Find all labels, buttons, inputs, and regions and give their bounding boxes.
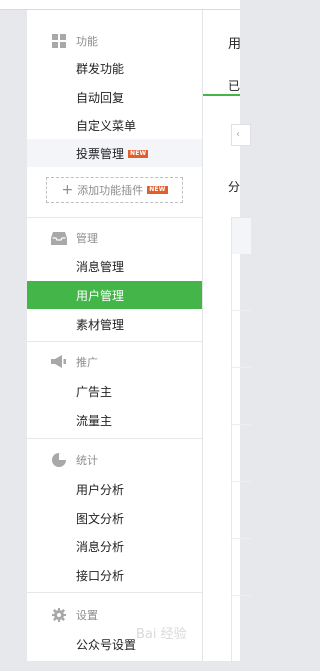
sidebar-item-vote-management[interactable]: 投票管理 NEW [27,139,202,167]
sidebar-item-auto-reply[interactable]: 自动回复 [27,83,202,111]
table-row-divider [231,310,251,311]
table-border [231,217,232,671]
top-bar [0,0,240,10]
sidebar-item-label: 用户分析 [76,482,125,497]
search-input[interactable]: ‹ [231,124,251,146]
sidebar-item-label: 素材管理 [76,317,125,332]
group-filter-label: 分 [228,180,241,194]
sidebar-item-label: 消息分析 [76,539,125,554]
sidebar-item-label: 广告主 [76,384,113,399]
sidebar-item-label-with-badge: 投票管理 NEW [76,145,149,162]
sidebar-item-user-analysis[interactable]: 用户分析 [27,475,202,503]
sidebar-item-message-management[interactable]: 消息管理 [27,252,202,280]
add-plugin-button[interactable]: + 添加功能插件 NEW [46,177,183,203]
sidebar-item-label: 接口分析 [76,568,125,583]
table-header [231,217,251,254]
megaphone-icon [51,354,67,370]
group-header-label: 功能 [76,35,98,48]
group-header-label: 推广 [76,356,98,369]
sidebar-item-label: 图文分析 [76,511,125,526]
sidebar-item-mass-send[interactable]: 群发功能 [27,54,202,82]
tab-active[interactable]: 已 [228,77,240,94]
table-row-divider [231,595,251,596]
sidebar-item-api-analysis[interactable]: 接口分析 [27,561,202,589]
search-input-text: ‹ [236,129,240,140]
plus-icon: + [61,182,74,198]
group-header-label: 管理 [76,232,98,245]
sidebar-item-label: 公众号设置 [76,637,137,652]
page-title: 用 [228,37,242,52]
sidebar-item-article-analysis[interactable]: 图文分析 [27,504,202,532]
table-row-divider [231,481,251,482]
group-header-settings: 设置 [27,604,202,626]
group-header-statistics: 统计 [27,449,202,471]
sidebar-item-advertiser[interactable]: 广告主 [27,377,202,405]
table-row-divider [231,367,251,368]
sidebar-item-material-management[interactable]: 素材管理 [27,310,202,338]
group-divider [27,217,202,218]
grid-icon [51,33,67,49]
group-header-management: 管理 [27,227,202,249]
sidebar-nav: 功能 群发功能 自动回复 自定义菜单 投票管理 NEW + 添加功能插件 NEW … [27,10,203,661]
group-divider [27,438,202,439]
table-row-divider [231,538,251,539]
sidebar-item-label: 消息管理 [76,259,125,274]
sidebar-item-user-management[interactable]: 用户管理 [27,281,202,309]
tab-underline [203,94,240,96]
sidebar-item-account-settings[interactable]: 公众号设置 [27,630,202,658]
main-content: 用 已 ‹ 分 [203,10,251,671]
group-divider [27,592,202,593]
new-badge: NEW [147,186,168,194]
sidebar-item-label: 自定义菜单 [76,118,137,133]
add-plugin-label: 添加功能插件 [77,184,144,197]
group-header-label: 统计 [76,454,98,467]
group-header-promotion: 推广 [27,351,202,373]
sidebar-item-message-analysis[interactable]: 消息分析 [27,532,202,560]
sidebar-item-traffic-owner[interactable]: 流量主 [27,406,202,434]
sidebar-item-label: 流量主 [76,413,113,428]
sidebar-item-label: 投票管理 [76,146,125,161]
sidebar-item-custom-menu[interactable]: 自定义菜单 [27,111,202,139]
group-header-label: 设置 [76,609,98,622]
table-row-divider [231,424,251,425]
group-divider [27,341,202,342]
sidebar-item-label: 群发功能 [76,61,125,76]
gear-icon [51,607,67,623]
sidebar-item-label: 用户管理 [76,288,125,303]
sidebar-item-label: 自动回复 [76,90,125,105]
group-header-features: 功能 [27,30,202,52]
new-badge: NEW [128,150,149,158]
pie-chart-icon [51,452,67,468]
inbox-icon [51,230,67,246]
